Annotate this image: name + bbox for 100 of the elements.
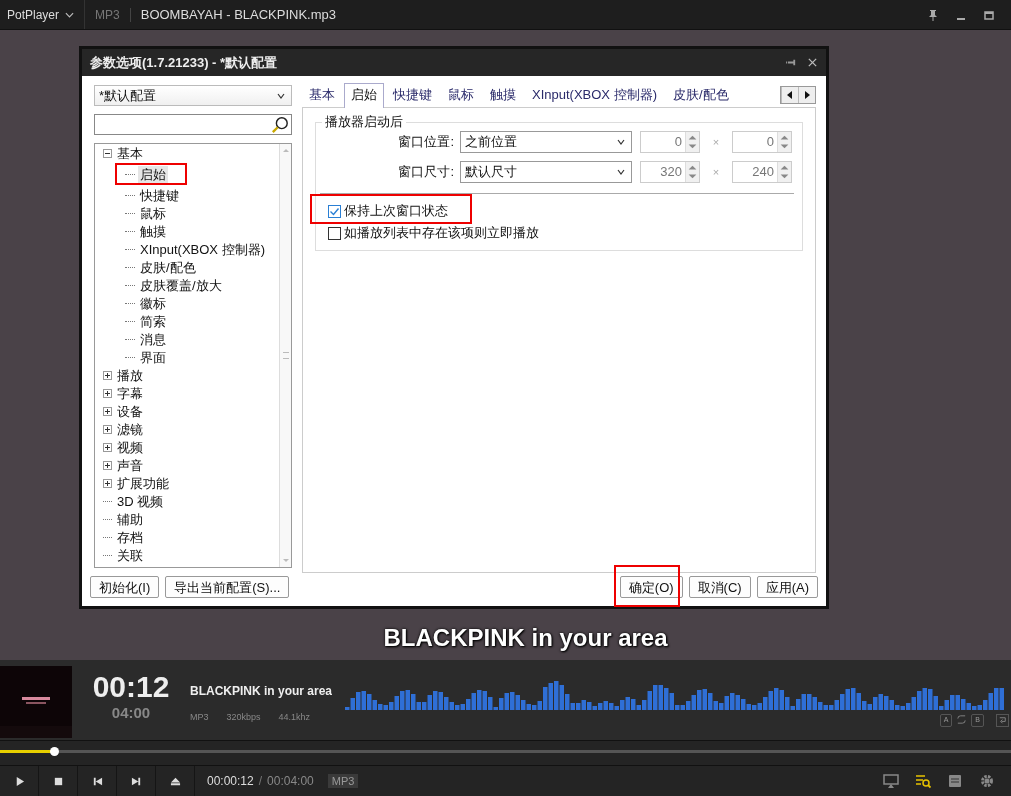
maximize-icon[interactable]	[983, 8, 995, 21]
pin-icon[interactable]	[786, 57, 797, 68]
chevron-down-icon	[617, 169, 625, 175]
window-title: BOOMBAYAH - BLACKPINK.mp3	[139, 7, 336, 22]
dialog-button[interactable]: 取消(C)	[688, 576, 751, 598]
number-field[interactable]: 0	[640, 131, 700, 153]
tab[interactable]: 启始	[344, 83, 384, 108]
expand-icon[interactable]	[103, 388, 112, 398]
number-field[interactable]: 0	[732, 131, 792, 153]
tab[interactable]: 鼠标	[441, 83, 481, 107]
times-sign: ×	[711, 136, 721, 148]
repeat-icon[interactable]	[956, 714, 968, 725]
eject-icon	[169, 775, 181, 787]
number-field[interactable]: 240	[732, 161, 792, 183]
expand-icon[interactable]	[103, 478, 112, 488]
cast-icon[interactable]	[883, 773, 899, 789]
dialog-title: 参数选项(1.7.21233) - *默认配置	[90, 53, 278, 72]
total-time: 00:04:00	[267, 774, 314, 788]
settings-icon[interactable]	[979, 773, 995, 789]
times-sign: ×	[711, 166, 721, 178]
tree-item[interactable]: 存档	[115, 528, 145, 546]
duration: 04:00	[111, 704, 151, 721]
tree-item[interactable]: 3D 视频	[115, 492, 166, 510]
expand-icon[interactable]	[103, 442, 112, 452]
tree-item[interactable]: 声音	[115, 456, 145, 474]
profile-dropdown[interactable]: *默认配置	[94, 85, 292, 106]
tree-item[interactable]: 鼠标	[138, 204, 168, 222]
current-time: 00:12	[92, 670, 170, 704]
caret-icon	[65, 11, 75, 18]
dropdown[interactable]: 默认尺寸	[460, 161, 632, 183]
tree-item[interactable]: 快捷键	[138, 186, 181, 204]
checkbox-label: 如播放列表中存在该项则立即播放	[344, 224, 539, 242]
dropdown[interactable]: 之前位置	[460, 131, 632, 153]
highlight-frame	[115, 163, 187, 185]
tree-item[interactable]: 滤镜	[115, 420, 145, 438]
tree-item[interactable]: 启始	[138, 165, 168, 183]
format-label: MP3	[85, 7, 131, 22]
tree-item[interactable]: 扩展功能	[115, 474, 171, 492]
tree-item[interactable]: 简索	[138, 312, 168, 330]
tree-item[interactable]: 徽标	[138, 294, 168, 312]
playlist-icon[interactable]	[915, 773, 931, 789]
tree-item[interactable]: 触摸	[138, 222, 168, 240]
seek-handle[interactable]	[49, 747, 59, 756]
previous-icon	[91, 775, 103, 787]
bitrate-label: 320kbps	[226, 712, 261, 722]
scroll-right-icon[interactable]	[798, 87, 815, 103]
elapsed-time: 00:00:12	[207, 774, 254, 788]
search-icon	[271, 115, 289, 134]
seek-bar[interactable]	[0, 750, 1011, 753]
group-title: 播放器启动后	[322, 114, 406, 130]
tree-item[interactable]: 设备	[115, 402, 145, 420]
dialog-button[interactable]: 导出当前配置(S)...	[165, 576, 290, 598]
track-title: BLACKPINK in your area	[190, 684, 334, 698]
expand-icon[interactable]	[103, 406, 112, 416]
next-icon	[130, 775, 142, 787]
app-menu-button[interactable]: PotPlayer	[0, 0, 86, 29]
format-badge: MP3	[327, 774, 359, 788]
checkbox-label: 保持上次窗口状态	[344, 202, 448, 220]
return-icon[interactable]	[996, 714, 1009, 727]
expand-icon[interactable]	[103, 424, 112, 434]
tree-item[interactable]: 字幕	[115, 384, 145, 402]
close-icon[interactable]	[807, 57, 818, 68]
dialog-button[interactable]: 初始化(I)	[90, 576, 160, 598]
tab[interactable]: 触摸	[483, 83, 523, 107]
expand-icon[interactable]	[103, 370, 112, 380]
tree-item[interactable]: 播放	[115, 366, 145, 384]
checkbox[interactable]	[328, 226, 341, 240]
list-icon[interactable]	[947, 773, 963, 789]
chevron-down-icon	[277, 92, 285, 99]
search-field[interactable]	[94, 114, 292, 135]
tree-item[interactable]: 视频	[115, 438, 145, 456]
tree-item[interactable]: 皮肤/配色	[138, 258, 198, 276]
highlight-frame	[614, 565, 680, 607]
codec-label: MP3	[190, 712, 209, 722]
tab[interactable]: 皮肤/配色	[666, 83, 736, 107]
pin-icon[interactable]	[927, 8, 939, 21]
checkbox[interactable]	[328, 204, 341, 218]
stop-icon	[52, 775, 64, 787]
number-field[interactable]: 320	[640, 161, 700, 183]
collapse-icon[interactable]	[103, 148, 112, 158]
tree-item[interactable]: 基本	[115, 144, 145, 162]
field-label: 窗口尺寸:	[397, 163, 454, 181]
expand-icon[interactable]	[103, 460, 112, 470]
scroll-left-icon[interactable]	[781, 87, 798, 103]
tree-item[interactable]: 辅助	[115, 510, 145, 528]
tab[interactable]: 快捷键	[386, 83, 439, 107]
time-separator: /	[258, 774, 263, 788]
sample-rate-label: 44.1khz	[278, 712, 311, 722]
dialog-button[interactable]: 应用(A)	[756, 576, 818, 598]
tree-item[interactable]: 消息	[138, 330, 168, 348]
tree-item[interactable]: 界面	[138, 348, 168, 366]
tree-item[interactable]: 皮肤覆盖/放大	[138, 276, 224, 294]
tree-item[interactable]: XInput(XBOX 控制器)	[138, 240, 267, 258]
dialog-button[interactable]: 确定(O)	[619, 576, 683, 598]
chevron-down-icon	[617, 139, 625, 145]
subtitle-text: BLACKPINK in your area	[382, 624, 668, 652]
field-label: 窗口位置:	[397, 133, 454, 151]
tab[interactable]: XInput(XBOX 控制器)	[525, 83, 664, 107]
tab[interactable]: 基本	[302, 83, 342, 107]
tree-item[interactable]: 关联	[115, 546, 145, 564]
